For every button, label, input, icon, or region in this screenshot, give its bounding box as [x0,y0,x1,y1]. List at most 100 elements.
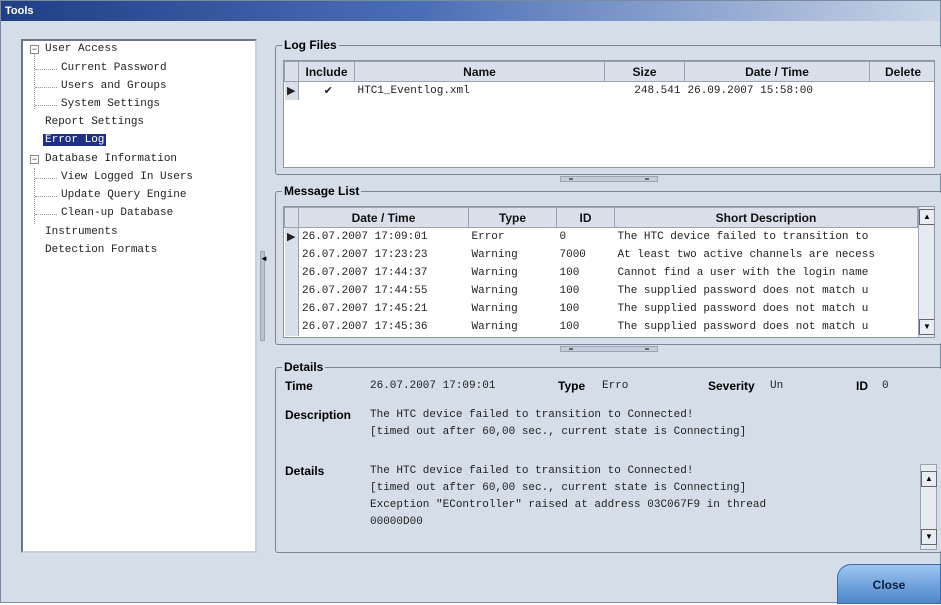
log-file-name: HTC1_Eventlog.xml [357,84,470,97]
close-button[interactable]: Close [837,564,941,604]
time-value: 26.07.2007 17:09:01 [370,380,496,392]
navigation-tree[interactable]: − User Access Current Password Users and… [21,39,257,553]
table-row[interactable]: 26.07.2007 17:44:37 Warning 100 Cannot f… [284,263,918,282]
table-row[interactable]: ▶ 26.07.2007 17:09:01 Error 0 The HTC de… [284,227,918,246]
tree-item-report-settings[interactable]: Report Settings [43,114,146,131]
details-group: Details Time 26.07.2007 17:09:01 Type Er… [275,360,941,553]
message-type: Warning [471,248,518,261]
tree-item-database-information[interactable]: Database Information [43,151,179,168]
log-files-table[interactable]: Include Name Size Date / Time Delete ▶ ✔… [283,60,935,168]
message-type: Error [471,230,505,243]
include-checkbox[interactable]: ✔ [299,82,355,100]
message-type: Warning [471,320,518,333]
tree-item-clean-up-database[interactable]: Clean-up Database [59,205,175,222]
tree-item-update-query-engine[interactable]: Update Query Engine [59,187,188,204]
message-date: 26.07.2007 17:45:36 [302,320,428,333]
splitter-handle[interactable]: ◄ [260,251,268,341]
window-title: Tools [1,1,940,21]
column-header-delete[interactable]: Delete [869,61,934,82]
message-description: Cannot find a user with the login name [617,266,869,279]
tree-item-current-password[interactable]: Current Password [59,60,169,77]
tree-item-view-logged-in-users[interactable]: View Logged In Users [59,169,195,186]
column-header-short-description[interactable]: Short Description [614,207,918,228]
severity-label: Severity [708,379,755,393]
tree-item-error-log[interactable]: Error Log [43,132,107,149]
description-line: The HTC device failed to transition to C… [370,409,694,421]
time-label: Time [285,379,313,393]
column-header-date-time[interactable]: Date / Time [684,61,870,82]
scroll-up-icon[interactable]: ▲ [921,471,937,487]
message-type: Warning [471,302,518,315]
tree-item-system-settings[interactable]: System Settings [59,96,162,113]
description-line: [timed out after 60,00 sec., current sta… [370,426,747,438]
log-file-delete[interactable] [870,82,935,100]
table-row[interactable]: ▶ ✔ HTC1_Eventlog.xml 248.541 26.09.2007… [284,81,935,100]
type-label: Type [558,379,586,393]
tree-connector [34,54,35,109]
tree-item-user-access[interactable]: User Access [43,41,120,58]
severity-value: Un [770,380,784,392]
column-header-size[interactable]: Size [604,61,685,82]
scroll-down-icon[interactable]: ▼ [919,319,934,335]
message-id: 100 [559,284,580,297]
column-header-name[interactable]: Name [354,61,605,82]
scroll-down-icon[interactable]: ▼ [921,529,937,545]
message-description: The supplied password does not match u [617,284,869,297]
description-label: Description [285,408,352,422]
tools-window: Tools − User Access Current Password Use… [0,0,941,604]
id-value: 0 [882,380,889,392]
table-row[interactable]: 26.07.2007 17:45:21 Warning 100 The supp… [284,299,918,318]
message-type: Warning [471,284,518,297]
message-description: At least two active channels are necess [617,248,875,261]
column-header-type[interactable]: Type [468,207,557,228]
details-title: Details [282,360,326,374]
message-id: 100 [559,266,580,279]
message-list-table[interactable]: Date / Time Type ID Short Description ▶ … [283,206,935,338]
message-list-scrollbar[interactable]: ▲ ▼ [918,207,934,337]
message-list-group: Message List Date / Time Type ID Short D… [275,184,941,345]
message-description: The supplied password does not match u [617,320,869,333]
table-row[interactable]: 26.07.2007 17:44:55 Warning 100 The supp… [284,281,918,300]
log-files-group: Log Files Include Name Size Date / Time … [275,38,941,175]
tree-item-users-and-groups[interactable]: Users and Groups [59,78,169,95]
details-line: The HTC device failed to transition to C… [370,465,694,477]
log-files-title: Log Files [282,38,339,52]
log-file-size: 248.541 [634,84,681,97]
row-pointer-icon: ▶ [284,81,299,100]
message-description: The supplied password does not match u [617,302,869,315]
message-list-resize-handle[interactable] [560,346,658,352]
collapse-icon[interactable]: − [30,45,39,54]
table-row[interactable]: 26.07.2007 17:45:36 Warning 100 The supp… [284,317,918,336]
column-header-include[interactable]: Include [298,61,355,82]
tree-item-instruments[interactable]: Instruments [43,224,120,241]
arrow-left-icon: ◄ [260,254,268,263]
collapse-icon[interactable]: − [30,155,39,164]
message-id: 100 [559,302,580,315]
id-label: ID [856,379,868,393]
details-label: Details [285,464,325,478]
log-file-date: 26.09.2007 15:58:00 [687,84,813,97]
message-description: The HTC device failed to transition to [617,230,869,243]
details-scrollbar[interactable]: ▲ ▼ [920,464,937,550]
message-date: 26.07.2007 17:45:21 [302,302,428,315]
type-value: Erro [602,380,629,392]
message-list-title: Message List [282,184,362,198]
row-pointer-icon: ▶ [284,227,299,246]
message-date: 26.07.2007 17:09:01 [302,230,428,243]
details-line: 00000D00 [370,516,423,528]
tree-item-detection-formats[interactable]: Detection Formats [43,242,159,259]
message-id: 7000 [559,248,586,261]
message-id: 0 [559,230,567,243]
details-line: [timed out after 60,00 sec., current sta… [370,482,747,494]
scroll-up-icon[interactable]: ▲ [919,209,934,225]
message-type: Warning [471,266,518,279]
table-row[interactable]: 26.07.2007 17:23:23 Warning 7000 At leas… [284,245,918,264]
message-date: 26.07.2007 17:23:23 [302,248,428,261]
details-line: Exception "EController" raised at addres… [370,499,767,511]
message-date: 26.07.2007 17:44:37 [302,266,428,279]
log-files-resize-handle[interactable] [560,176,658,182]
column-header-id[interactable]: ID [556,207,615,228]
column-header-date-time[interactable]: Date / Time [298,207,469,228]
message-id: 100 [559,320,580,333]
message-date: 26.07.2007 17:44:55 [302,284,428,297]
